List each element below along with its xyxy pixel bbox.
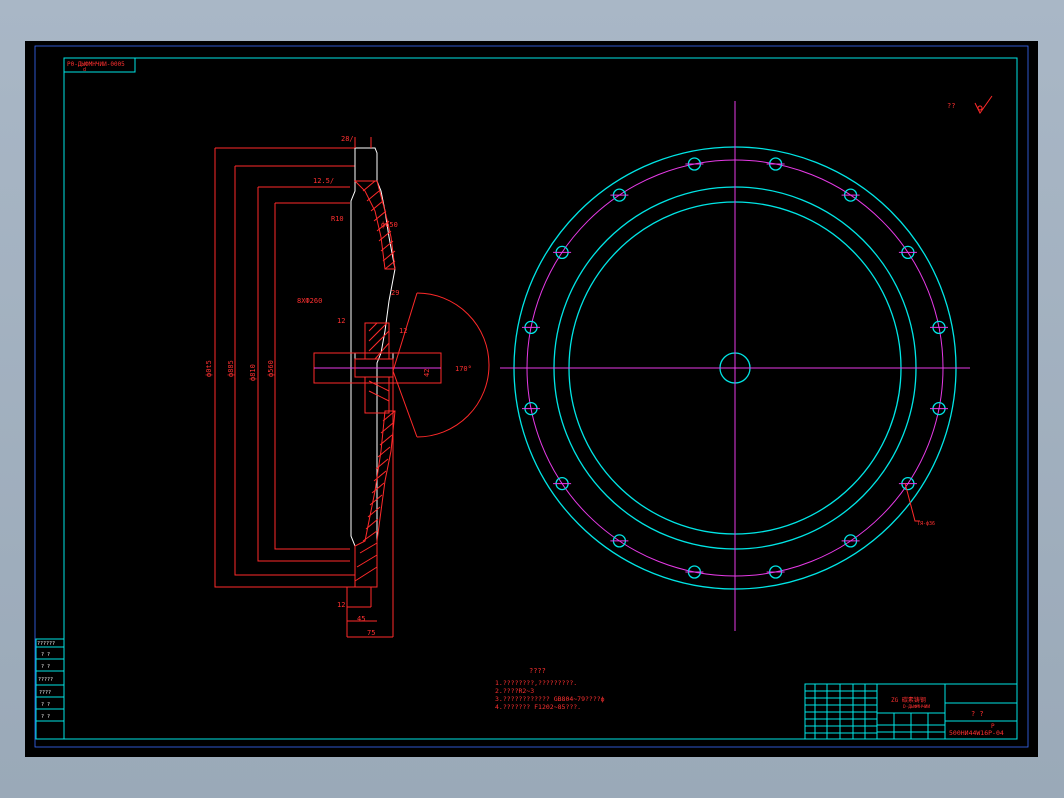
notes-title: ???? bbox=[529, 667, 546, 675]
outer-sheet-border bbox=[34, 45, 1029, 748]
dim-29: 29 bbox=[391, 289, 399, 297]
side-cell-0: ?????? bbox=[37, 641, 55, 647]
dim-angle: 170° bbox=[455, 365, 472, 373]
side-cell-2: ? ? bbox=[41, 664, 50, 670]
drawing-code-sub: d bbox=[83, 67, 86, 73]
roughness-b: 12.5/ bbox=[313, 177, 334, 185]
side-cell-4: ???? bbox=[39, 690, 51, 696]
dim-left-inner2: ф560 bbox=[267, 360, 275, 377]
side-revision-table: ?????? ? ? ? ? ????? ???? ? ? ? ? bbox=[35, 638, 65, 740]
dim-hole-spec: 8XФ260 bbox=[297, 297, 322, 305]
drawing-code-text: P0-ДЫФМНЧИИ-0005 bbox=[67, 61, 125, 68]
title-block: ZG 碳素铸钢 D-ДЫФМНЧИИ ? ? Р 500НИ44W16Р-04 bbox=[804, 683, 1018, 740]
side-cell-1: ? ? bbox=[41, 652, 50, 658]
side-cell-3: ????? bbox=[38, 677, 53, 683]
dim-12c: 12 bbox=[337, 601, 345, 609]
notes-line2: 2.????R2~3 bbox=[495, 687, 534, 695]
drawing-code-box: P0-ДЫФМНЧИИ-0005 d bbox=[63, 57, 136, 73]
roughness-symbol: ?? bbox=[947, 95, 993, 114]
dim-42: 42 bbox=[423, 369, 431, 377]
drawing-number: 500НИ44W16Р-04 bbox=[949, 729, 1004, 737]
company-text: ? ? bbox=[971, 710, 984, 718]
dim-45: 45 bbox=[357, 615, 365, 623]
drawing-viewport[interactable]: P0-ДЫФМНЧИИ-0005 d ?????? ? ? ? ? ????? … bbox=[25, 41, 1038, 757]
section-view: ф0t5 ф885 ф810 ф560 28/ 12.5/ R10 ф650 8… bbox=[205, 135, 490, 638]
dim-r10: R10 bbox=[331, 215, 344, 223]
roughness-a: 28/ bbox=[341, 135, 354, 143]
notes-line1: 1.????????,?????????. bbox=[495, 679, 577, 687]
side-cell-5: ? ? bbox=[41, 702, 50, 708]
title-main: ZG 碳素铸钢 bbox=[891, 696, 926, 704]
dim-left-mid: ф885 bbox=[227, 360, 235, 377]
dim-12a: 12 bbox=[337, 317, 345, 325]
dim-left-outer: ф0t5 bbox=[205, 360, 213, 377]
drawing-frame bbox=[63, 57, 1018, 740]
title-sub: D-ДЫФМНЧИИ bbox=[903, 704, 930, 710]
notes-line3: 3.???????????? GB804~79????ф bbox=[495, 695, 605, 703]
notes-line4: 4.??????? F1202~85???. bbox=[495, 703, 581, 711]
dim-d650: ф650 bbox=[381, 221, 398, 229]
dim-left-inner: ф810 bbox=[249, 364, 257, 381]
side-cell-6: ? ? bbox=[41, 714, 50, 720]
front-view: ТЯ-ф36 bbox=[500, 101, 970, 631]
bolt-note: ТЯ-ф36 bbox=[917, 521, 935, 527]
cad-drawing: P0-ДЫФМНЧИИ-0005 d ?????? ? ? ? ? ????? … bbox=[34, 45, 1029, 748]
dim-12b: 12 bbox=[399, 327, 407, 335]
roughness-global-text: ?? bbox=[947, 102, 955, 110]
dim-75: 75 bbox=[367, 629, 375, 637]
technical-notes: ???? 1.????????,?????????. 2.????R2~3 3.… bbox=[495, 667, 605, 711]
